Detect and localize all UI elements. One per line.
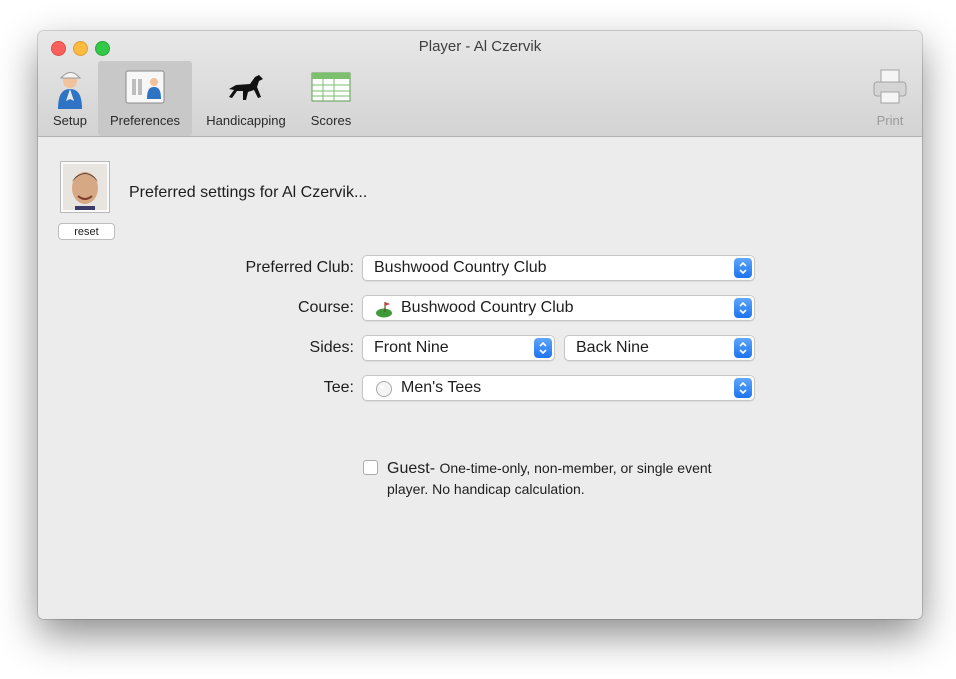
golf-course-icon xyxy=(376,302,392,318)
preferred-club-label: Preferred Club: xyxy=(245,259,355,276)
stepper-arrows-icon xyxy=(734,378,752,398)
printer-icon xyxy=(873,69,907,104)
front-side-value: Front Nine xyxy=(374,339,449,356)
guest-description-text: One-time-only, non-member, or single eve… xyxy=(387,460,712,497)
toolbar-print-label: Print xyxy=(876,113,904,128)
stepper-arrows-icon xyxy=(734,258,752,278)
title-bar: Player - Al Czervik Setup Preferences Ha… xyxy=(38,31,922,137)
toolbar-scores[interactable]: Scores xyxy=(302,61,360,136)
toolbar-scores-label: Scores xyxy=(310,113,352,128)
preferences-heading: Preferred settings for Al Czervik... xyxy=(129,184,368,201)
preferred-club-value: Bushwood Country Club xyxy=(374,259,547,276)
toolbar-handicapping[interactable]: Handicapping xyxy=(196,61,296,136)
preferences-icon xyxy=(125,70,165,104)
player-window: Player - Al Czervik Setup Preferences Ha… xyxy=(38,31,922,619)
guest-description: Guest- One-time-only, non-member, or sin… xyxy=(387,458,747,500)
player-photo[interactable] xyxy=(60,161,110,213)
stepper-arrows-icon xyxy=(734,298,752,318)
toolbar-print[interactable]: Print xyxy=(866,61,914,136)
tee-popup[interactable]: Men's Tees xyxy=(362,375,755,401)
toolbar-preferences[interactable]: Preferences xyxy=(98,61,192,136)
toolbar-setup-label: Setup xyxy=(53,113,87,128)
preferred-club-popup[interactable]: Bushwood Country Club xyxy=(362,255,755,281)
avatar-image xyxy=(63,164,107,210)
course-label: Course: xyxy=(297,299,354,316)
toolbar-preferences-label: Preferences xyxy=(109,113,181,128)
tee-value: Men's Tees xyxy=(401,379,482,396)
golf-ball-icon xyxy=(376,381,392,397)
course-popup[interactable]: Bushwood Country Club xyxy=(362,295,755,321)
stepper-arrows-icon xyxy=(534,338,552,358)
sides-label: Sides: xyxy=(309,339,354,356)
horse-icon xyxy=(229,75,263,100)
stepper-arrows-icon xyxy=(734,338,752,358)
window-title: Player - Al Czervik xyxy=(418,38,542,55)
toolbar-handicapping-label: Handicapping xyxy=(206,113,286,128)
back-side-value: Back Nine xyxy=(576,339,649,356)
tee-label: Tee: xyxy=(323,379,354,396)
golfer-icon xyxy=(58,72,82,109)
course-value: Bushwood Country Club xyxy=(401,299,574,316)
front-nine-popup[interactable]: Front Nine xyxy=(362,335,555,361)
preferences-pane: reset Preferred settings for Al Czervik.… xyxy=(38,137,922,619)
reset-button[interactable]: reset xyxy=(58,223,115,240)
toolbar-setup[interactable]: Setup xyxy=(46,61,94,136)
guest-title: Guest- xyxy=(387,460,436,477)
scorecard-icon xyxy=(311,72,351,102)
back-nine-popup[interactable]: Back Nine xyxy=(564,335,755,361)
guest-checkbox[interactable] xyxy=(363,460,378,475)
